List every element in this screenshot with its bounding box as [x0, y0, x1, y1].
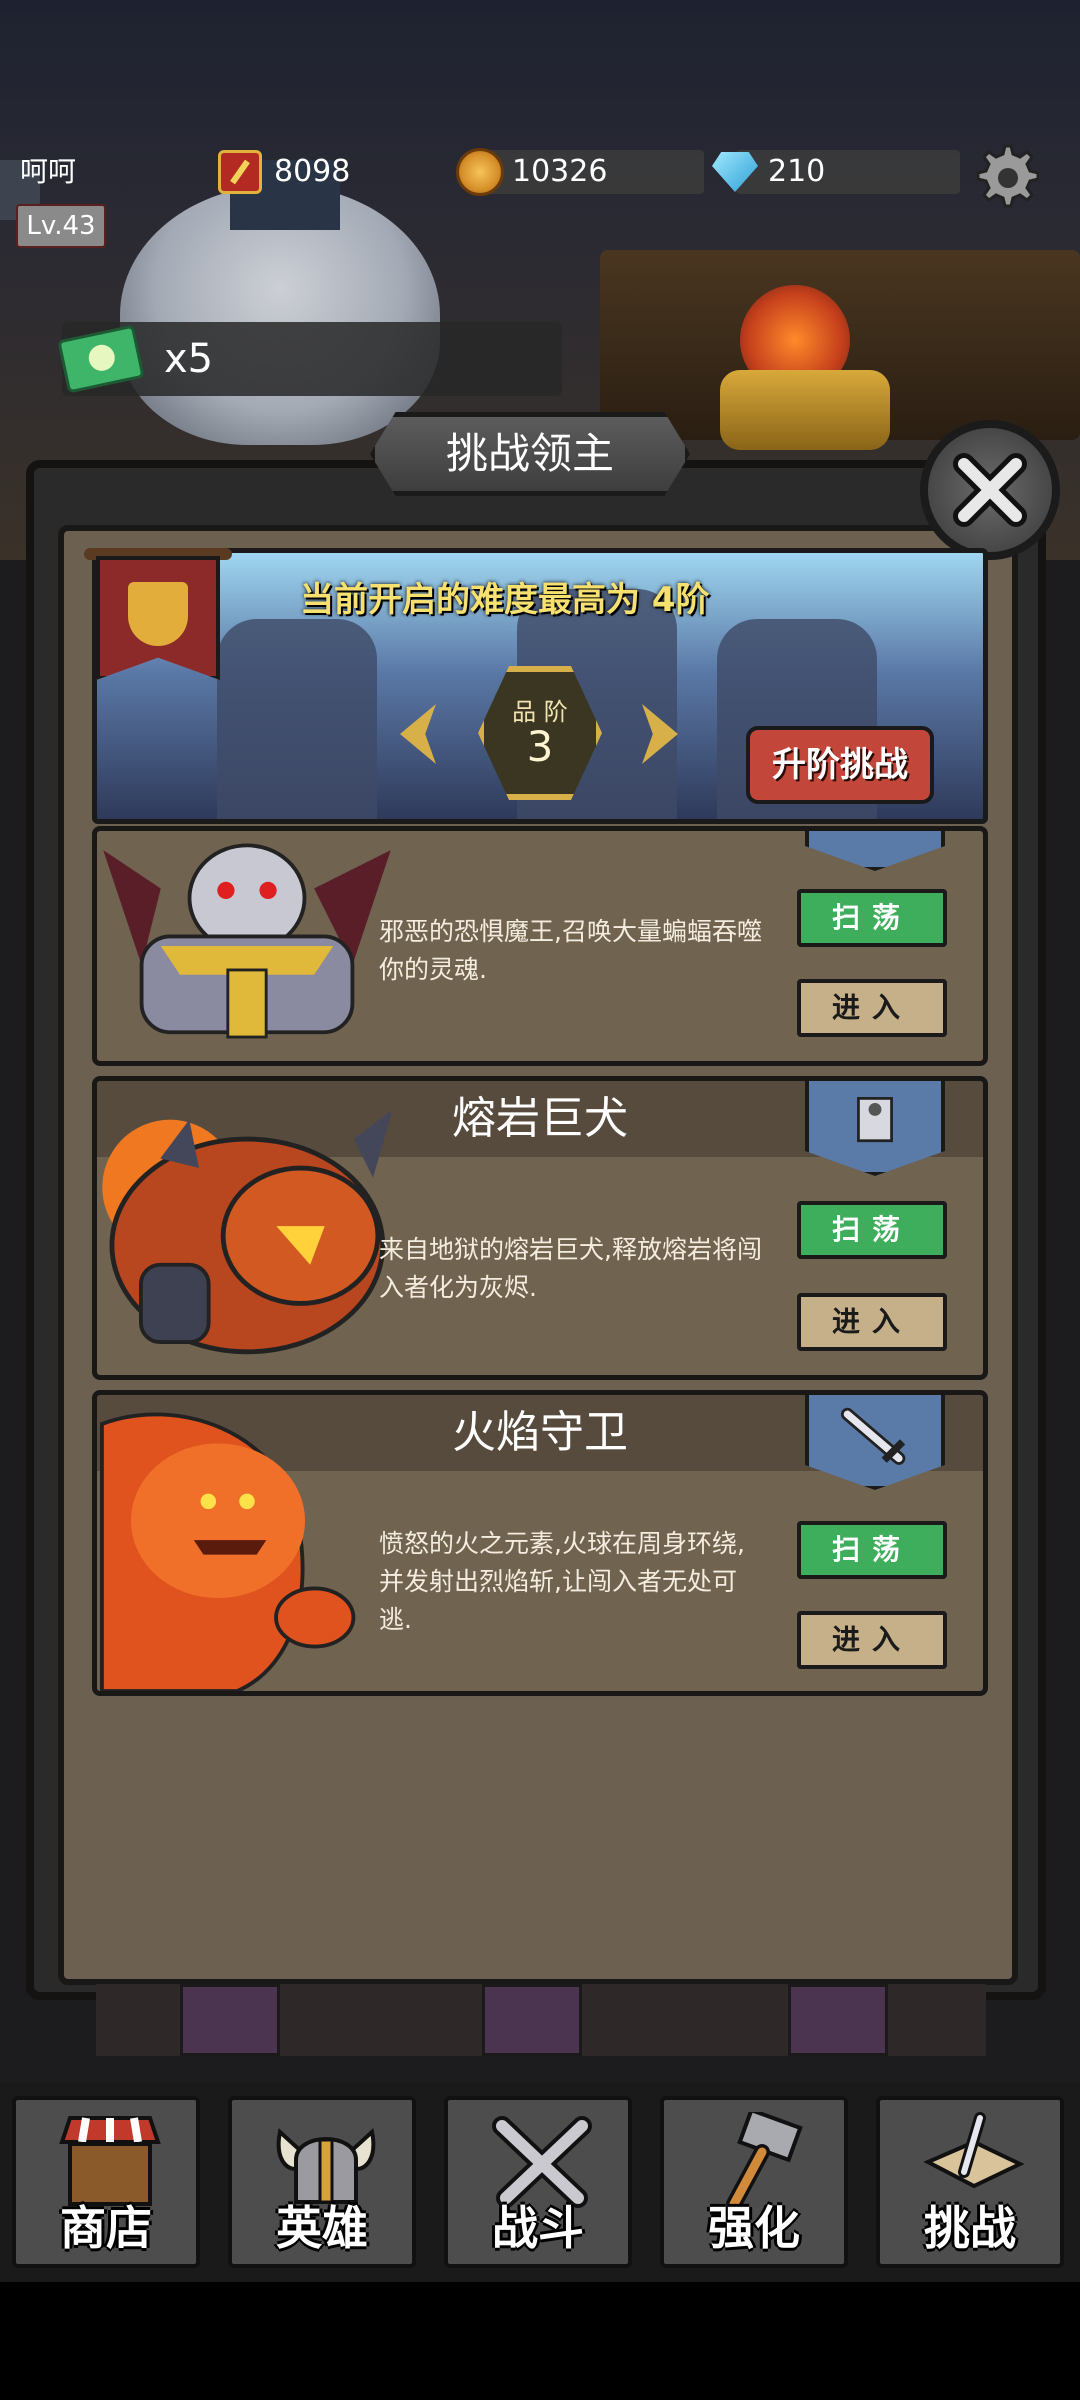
- nav-label: 商店: [60, 2201, 152, 2255]
- settings-gear-icon[interactable]: [970, 140, 1040, 210]
- coin-icon: [456, 148, 504, 196]
- tier-value: 3: [526, 722, 554, 771]
- nav-heroes[interactable]: 英雄: [228, 2096, 416, 2268]
- max-difficulty-note: 当前开启的难度最高为 4阶: [300, 580, 710, 620]
- boss-card-lava-hound: 熔岩巨犬 来自地狱的熔岩巨犬,释放熔岩将闯入者化为灰烬. 扫荡 进入: [92, 1076, 988, 1380]
- boss-type-golem-icon: [805, 1076, 945, 1176]
- nav-battle[interactable]: 战斗: [444, 2096, 632, 2268]
- boss-description: 来自地狱的熔岩巨犬,释放熔岩将闯入者化为灰烬.: [379, 1235, 762, 1302]
- shield-emblem-icon: [128, 582, 188, 646]
- nav-label: 英雄: [276, 2201, 368, 2255]
- system-bottom-bar: [0, 2282, 1080, 2400]
- nav-challenge[interactable]: 挑战: [876, 2096, 1064, 2268]
- player-name: 呵呵: [20, 155, 77, 188]
- combat-power-icon: [218, 150, 262, 194]
- orb-item-icon: [482, 1984, 582, 2056]
- sweep-ticket-count: x5: [164, 336, 214, 382]
- level-badge: Lv.43: [16, 204, 106, 248]
- boss-type-sword-icon: [805, 1390, 945, 1490]
- coin-value: 10326: [512, 154, 608, 189]
- flame-guard-portrait: [99, 1412, 356, 1691]
- treasure-pot-decor: [720, 370, 890, 450]
- close-icon[interactable]: [920, 420, 1060, 560]
- lava-hound-portrait: [102, 1110, 393, 1355]
- nav-enhance[interactable]: 强化: [660, 2096, 848, 2268]
- statue-decor: [217, 619, 377, 819]
- boss-card-demon-lord: 邪恶的恐惧魔王,召唤大量蝙蝠吞噬你的灵魂. 扫荡 进入: [92, 826, 988, 1066]
- boss-type-shield-icon: [805, 831, 945, 871]
- enter-button[interactable]: 进入: [797, 1293, 947, 1351]
- upgrade-challenge-button[interactable]: 升阶挑战: [746, 726, 934, 804]
- boss-description: 愤怒的火之元素,火球在周身环绕,并发射出烈焰斩,让闯入者无处可逃.: [379, 1529, 745, 1634]
- nav-label: 强化: [708, 2201, 800, 2255]
- crystal-item-icon: [180, 1984, 280, 2056]
- sweep-button[interactable]: 扫荡: [797, 1201, 947, 1259]
- amulet-item-icon: [788, 1984, 888, 2056]
- demon-lord-portrait: [103, 843, 391, 1039]
- boss-description: 邪恶的恐惧魔王,召唤大量蝙蝠吞噬你的灵魂.: [379, 917, 762, 984]
- enter-button[interactable]: 进入: [797, 979, 947, 1037]
- boss-card-flame-guard: 火焰守卫 愤怒的火之元素,火球在周身环绕,并发射出烈焰斩,让闯入者无处可逃. 扫…: [92, 1390, 988, 1696]
- nav-label: 挑战: [924, 2201, 1016, 2255]
- combat-power-value: 8098: [274, 154, 351, 189]
- nav-label: 战斗: [492, 2201, 584, 2255]
- enter-button[interactable]: 进入: [797, 1611, 947, 1669]
- nav-shop[interactable]: 商店: [12, 2096, 200, 2268]
- sweep-button[interactable]: 扫荡: [797, 889, 947, 947]
- panel-title: 挑战领主: [445, 429, 614, 478]
- gem-value: 210: [768, 154, 826, 189]
- sweep-button[interactable]: 扫荡: [797, 1521, 947, 1579]
